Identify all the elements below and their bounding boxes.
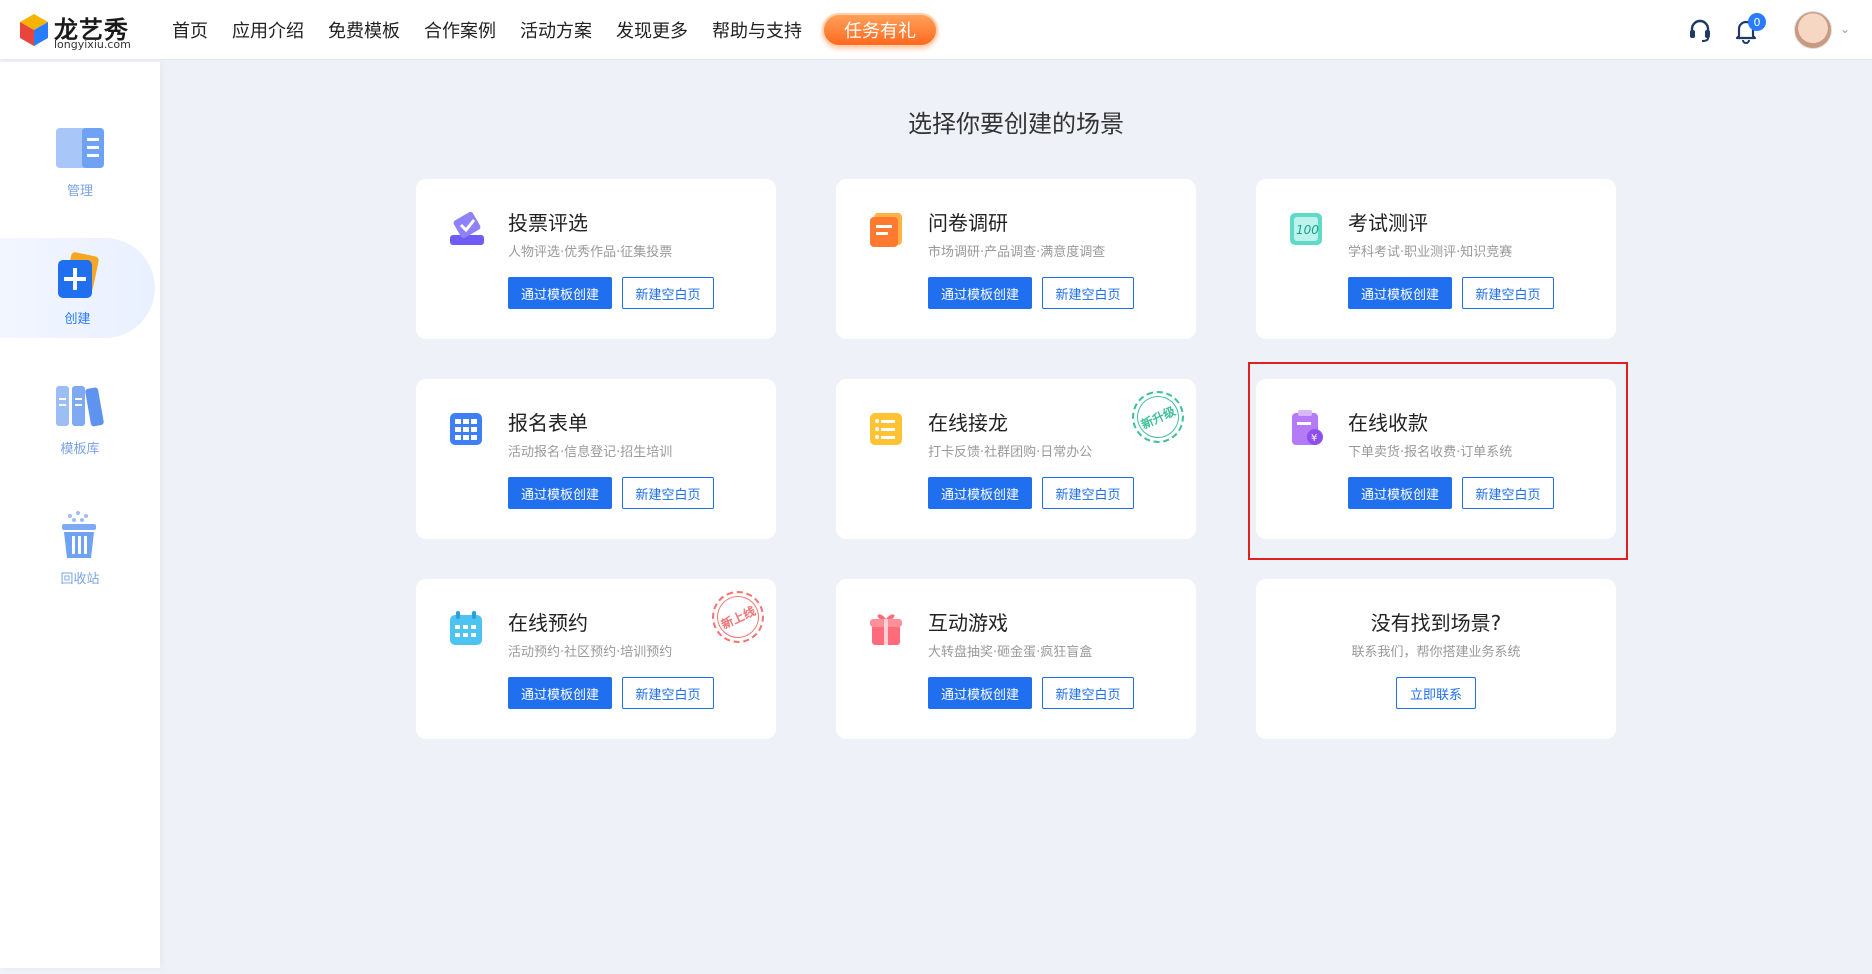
nav-free-templates[interactable]: 免费模板 (316, 17, 412, 43)
create-from-template-button[interactable]: 通过模板创建 (508, 277, 612, 309)
nav-event-plans[interactable]: 活动方案 (508, 17, 604, 43)
card-title: 考试测评 (1348, 211, 1428, 235)
new-blank-page-button[interactable]: 新建空白页 (622, 677, 714, 709)
sidebar-item-label: 创建 (64, 312, 91, 327)
sidebar-item-template-library[interactable]: 模板库 (0, 368, 160, 468)
card-title: 在线接龙 (928, 411, 1008, 435)
sidebar-item-label: 回收站 (60, 572, 100, 587)
scene-card-exam[interactable]: 100 考试测评 学科考试·职业测评·知识竞赛 通过模板创建 新建空白页 (1256, 179, 1616, 339)
top-navbar: 龙艺秀 longyixiu.com 首页 应用介绍 免费模板 合作案例 活动方案… (0, 0, 1872, 60)
new-blank-page-button[interactable]: 新建空白页 (622, 277, 714, 309)
card-title: 报名表单 (508, 411, 588, 435)
avatar[interactable] (1794, 11, 1832, 49)
vote-icon (450, 211, 484, 245)
solitaire-icon (870, 413, 902, 445)
headset-icon[interactable] (1686, 16, 1714, 44)
promo-button[interactable]: 任务有礼 (822, 13, 938, 47)
new-blank-page-button[interactable]: 新建空白页 (1042, 477, 1134, 509)
scene-card-booking[interactable]: 在线预约 活动预约·社区预约·培训预约 通过模板创建 新建空白页 新上线 (416, 579, 776, 739)
game-icon (870, 614, 902, 645)
scene-card-form[interactable]: 报名表单 活动报名·信息登记·招生培训 通过模板创建 新建空白页 (416, 379, 776, 539)
page-title: 选择你要创建的场景 (908, 110, 1124, 138)
card-desc: 学科考试·职业测评·知识竞赛 (1348, 245, 1513, 260)
chevron-down-icon[interactable]: ⌄ (1840, 22, 1850, 36)
notification-badge: 0 (1748, 13, 1766, 31)
scene-card-vote[interactable]: 投票评选 人物评选·优秀作品·征集投票 通过模板创建 新建空白页 (416, 179, 776, 339)
scene-card-survey[interactable]: 问卷调研 市场调研·产品调查·满意度调查 通过模板创建 新建空白页 (836, 179, 1196, 339)
not-found-title: 没有找到场景? (1370, 611, 1502, 635)
logo-cube-icon (20, 14, 48, 46)
create-from-template-button[interactable]: 通过模板创建 (928, 277, 1032, 309)
new-blank-page-button[interactable]: 新建空白页 (622, 477, 714, 509)
create-from-template-button[interactable]: 通过模板创建 (1348, 277, 1452, 309)
new-blank-page-button[interactable]: 新建空白页 (1462, 277, 1554, 309)
main-nav: 首页 应用介绍 免费模板 合作案例 活动方案 发现更多 帮助与支持 任务有礼 (160, 0, 938, 60)
recycle-bin-icon (62, 511, 96, 558)
create-from-template-button[interactable]: 通过模板创建 (508, 477, 612, 509)
nav-home[interactable]: 首页 (160, 17, 220, 43)
card-desc: 人物评选·优秀作品·征集投票 (508, 245, 673, 260)
new-blank-page-button[interactable]: 新建空白页 (1042, 277, 1134, 309)
card-desc: 活动报名·信息登记·招生培训 (508, 445, 673, 460)
sidebar-item-create[interactable]: 创建 (0, 238, 155, 338)
nav-help[interactable]: 帮助与支持 (700, 17, 814, 43)
card-desc: 活动预约·社区预约·培训预约 (508, 645, 673, 660)
sidebar: 管理 创建 模板库 回收站 (0, 62, 160, 968)
not-found-card: 没有找到场景? 联系我们，帮你搭建业务系统 立即联系 (1256, 579, 1616, 739)
scene-card-game[interactable]: 互动游戏 大转盘抽奖·砸金蛋·疯狂盲盒 通过模板创建 新建空白页 (836, 579, 1196, 739)
card-title: 互动游戏 (928, 611, 1008, 635)
card-desc: 打卡反馈·社群团购·日常办公 (928, 445, 1093, 460)
upgraded-stamp: 新升级 (1123, 382, 1193, 452)
survey-icon (870, 213, 902, 247)
card-title: 投票评选 (508, 211, 588, 235)
nav-cases[interactable]: 合作案例 (412, 17, 508, 43)
card-title: 问卷调研 (928, 211, 1008, 235)
create-from-template-button[interactable]: 通过模板创建 (928, 477, 1032, 509)
svg-text:100: 100 (1296, 223, 1319, 237)
exam-icon: 100 (1290, 213, 1322, 245)
create-from-template-button[interactable]: 通过模板创建 (508, 677, 612, 709)
contact-now-button[interactable]: 立即联系 (1396, 677, 1476, 709)
scene-card-solitaire[interactable]: 在线接龙 打卡反馈·社群团购·日常办公 通过模板创建 新建空白页 新升级 (836, 379, 1196, 539)
new-launch-stamp: 新上线 (703, 582, 773, 652)
not-found-desc: 联系我们，帮你搭建业务系统 (1351, 645, 1521, 660)
highlight-box (1248, 362, 1628, 560)
brand-logo[interactable]: 龙艺秀 longyixiu.com (18, 8, 133, 52)
booking-icon (450, 611, 482, 645)
new-blank-page-button[interactable]: 新建空白页 (1042, 677, 1134, 709)
card-desc: 市场调研·产品调查·满意度调查 (928, 245, 1106, 260)
nav-app-intro[interactable]: 应用介绍 (220, 17, 316, 43)
card-desc: 大转盘抽奖·砸金蛋·疯狂盲盒 (928, 645, 1093, 660)
create-from-template-button[interactable]: 通过模板创建 (928, 677, 1032, 709)
form-icon (450, 413, 482, 445)
nav-discover[interactable]: 发现更多 (604, 17, 700, 43)
sidebar-item-label: 管理 (66, 184, 93, 199)
create-icon (57, 252, 99, 298)
sidebar-item-label: 模板库 (60, 442, 100, 457)
card-title: 在线预约 (508, 611, 588, 635)
logo-domain: longyixiu.com (54, 38, 131, 51)
template-library-icon (56, 386, 104, 427)
sidebar-item-recycle-bin[interactable]: 回收站 (0, 498, 160, 598)
